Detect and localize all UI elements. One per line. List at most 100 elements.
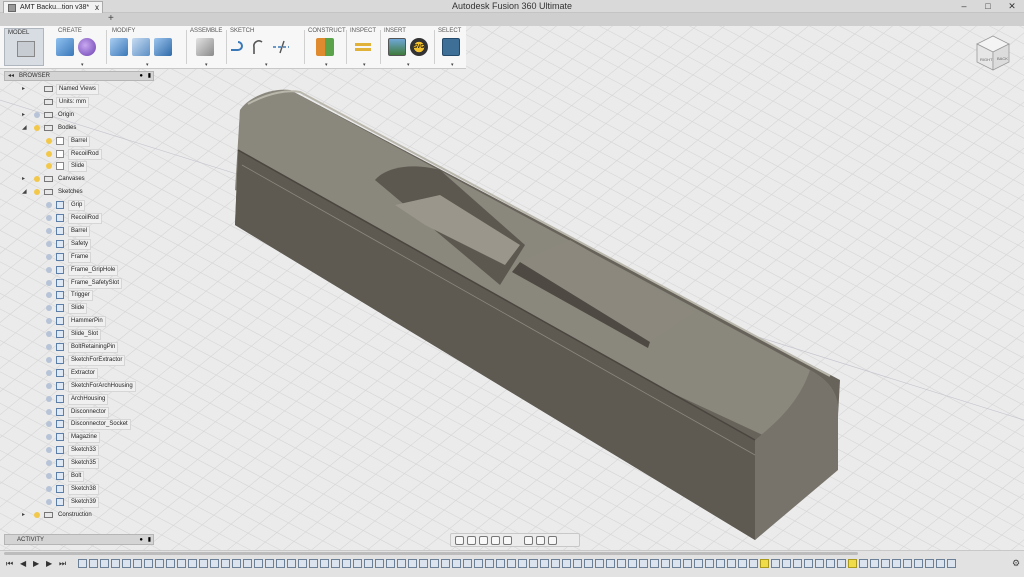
timeline-feature-icon[interactable] <box>529 559 538 568</box>
visibility-bulb-icon[interactable] <box>46 202 52 209</box>
expand-icon[interactable]: ▸ <box>22 173 25 185</box>
timeline-feature-icon[interactable] <box>848 559 857 568</box>
zoom-icon[interactable] <box>491 535 500 545</box>
timeline-feature-icon[interactable] <box>672 559 681 568</box>
visibility-bulb-icon[interactable] <box>46 344 52 350</box>
browser-item[interactable]: RecoilRod <box>4 212 154 224</box>
timeline-feature-icon[interactable] <box>254 559 263 568</box>
visibility-bulb-icon[interactable] <box>46 395 52 402</box>
browser-item[interactable]: SketchForArchHousing <box>4 380 154 392</box>
timeline-feature-icon[interactable] <box>540 559 549 568</box>
construct-dropdown-caret[interactable]: ▾ <box>325 62 328 68</box>
browser-item[interactable]: Frame_SafetySlot <box>4 277 154 289</box>
timeline-feature-icon[interactable] <box>573 559 582 568</box>
go-to-end-button[interactable]: ⏭ <box>59 559 66 569</box>
timeline-feature-icon[interactable] <box>331 559 340 568</box>
timeline-feature-icon[interactable] <box>551 559 560 568</box>
timeline-feature-icon[interactable] <box>881 559 890 568</box>
viewcube-right-face[interactable]: RIGHT <box>980 57 993 62</box>
browser-header[interactable]: ◂◂ BROWSER ● ▮ <box>4 71 154 81</box>
timeline-feature-icon[interactable] <box>342 559 351 568</box>
browser-item[interactable]: Frame_GripHole <box>4 264 154 276</box>
visibility-bulb-icon[interactable] <box>46 215 52 221</box>
visibility-bulb-icon[interactable] <box>46 253 52 260</box>
browser-item[interactable]: Slide <box>4 160 154 173</box>
view-cube[interactable]: RIGHT BACK <box>974 34 1012 72</box>
browser-item[interactable]: HammerPin <box>4 315 154 328</box>
visibility-bulb-icon[interactable] <box>46 382 52 389</box>
timeline-feature-icon[interactable] <box>617 559 626 568</box>
browser-item[interactable]: ▸ Named Views <box>4 83 154 95</box>
timeline-feature-icon[interactable] <box>210 559 219 568</box>
look-at-icon[interactable] <box>467 535 476 545</box>
timeline-feature-icon[interactable] <box>639 559 648 568</box>
timeline-feature-icon[interactable] <box>353 559 362 568</box>
maximize-button[interactable]: □ <box>976 0 1000 12</box>
timeline-feature-icon[interactable] <box>925 559 934 568</box>
browser-item[interactable]: RecoilRod <box>4 148 154 160</box>
collapse-icon[interactable]: ◢ <box>22 122 27 134</box>
create-dropdown-caret[interactable]: ▾ <box>81 62 84 68</box>
activity-toggle-icon[interactable]: ▮ <box>148 535 151 545</box>
timeline-feature-icon[interactable] <box>804 559 813 568</box>
timeline-feature-icon[interactable] <box>496 559 505 568</box>
timeline-settings-icon[interactable]: ⚙ <box>1012 558 1020 569</box>
shell-icon[interactable] <box>154 38 172 56</box>
timeline-feature-icon[interactable] <box>771 559 780 568</box>
timeline-feature-icon[interactable] <box>177 559 186 568</box>
activity-pin-icon[interactable]: ● <box>139 535 143 545</box>
timeline-feature-icon[interactable] <box>232 559 241 568</box>
document-tab[interactable]: AMT Backu...tion v38* x <box>3 1 103 13</box>
browser-item[interactable]: ◢ Bodies <box>4 122 154 134</box>
line-icon[interactable] <box>228 38 246 56</box>
timeline-feature-icon[interactable] <box>474 559 483 568</box>
close-tab-icon[interactable]: x <box>95 2 99 14</box>
timeline-feature-icon[interactable] <box>518 559 527 568</box>
timeline-feature-icon[interactable] <box>716 559 725 568</box>
timeline-feature-icon[interactable] <box>738 559 747 568</box>
timeline-feature-icon[interactable] <box>89 559 98 568</box>
timeline-feature-icon[interactable] <box>936 559 945 568</box>
insert-svg-icon[interactable]: SVG <box>410 38 428 56</box>
visibility-bulb-icon[interactable] <box>46 421 52 428</box>
timeline-feature-icon[interactable] <box>287 559 296 568</box>
browser-item[interactable]: Disconnector_Socket <box>4 418 154 431</box>
browser-item[interactable]: ▸ Canvases <box>4 173 154 185</box>
visibility-bulb-icon[interactable] <box>46 473 52 479</box>
timeline-feature-icon[interactable] <box>947 559 956 568</box>
timeline-feature-icon[interactable] <box>452 559 461 568</box>
timeline-feature-icon[interactable] <box>892 559 901 568</box>
timeline-feature-icon[interactable] <box>397 559 406 568</box>
browser-item[interactable]: ▸ Construction <box>4 509 154 521</box>
browser-item[interactable]: Frame <box>4 251 154 263</box>
display-settings-icon[interactable] <box>524 535 533 545</box>
expand-icon[interactable]: ▸ <box>22 83 25 95</box>
timeline-feature-icon[interactable] <box>606 559 615 568</box>
browser-item[interactable]: Bolt <box>4 470 154 482</box>
timeline-feature-icon[interactable] <box>705 559 714 568</box>
measure-icon[interactable] <box>354 38 372 56</box>
joint-icon[interactable] <box>196 38 214 56</box>
timeline-feature-icon[interactable] <box>903 559 912 568</box>
timeline-feature-icon[interactable] <box>265 559 274 568</box>
arc-icon[interactable] <box>250 38 268 56</box>
visibility-bulb-icon[interactable] <box>46 498 52 505</box>
timeline-feature-icon[interactable] <box>111 559 120 568</box>
timeline-feature-icon[interactable] <box>694 559 703 568</box>
timeline-feature-icon[interactable] <box>364 559 373 568</box>
timeline-feature-icon[interactable] <box>760 559 769 568</box>
pan-icon[interactable] <box>479 535 488 545</box>
timeline-feature-icon[interactable] <box>793 559 802 568</box>
activity-panel[interactable]: ACTIVITY ● ▮ <box>4 534 154 545</box>
fillet-icon[interactable] <box>132 38 150 56</box>
timeline-scrollbar[interactable] <box>4 552 858 555</box>
visibility-bulb-icon[interactable] <box>46 279 52 286</box>
browser-item[interactable]: Slide <box>4 302 154 315</box>
timeline-feature-icon[interactable] <box>78 559 87 568</box>
step-back-button[interactable]: ◀ <box>20 559 26 568</box>
visibility-bulb-icon[interactable] <box>34 189 40 196</box>
timeline-feature-icon[interactable] <box>386 559 395 568</box>
timeline-feature-icon[interactable] <box>485 559 494 568</box>
timeline-feature-icon[interactable] <box>507 559 516 568</box>
browser-item[interactable]: ▸ Origin <box>4 109 154 121</box>
